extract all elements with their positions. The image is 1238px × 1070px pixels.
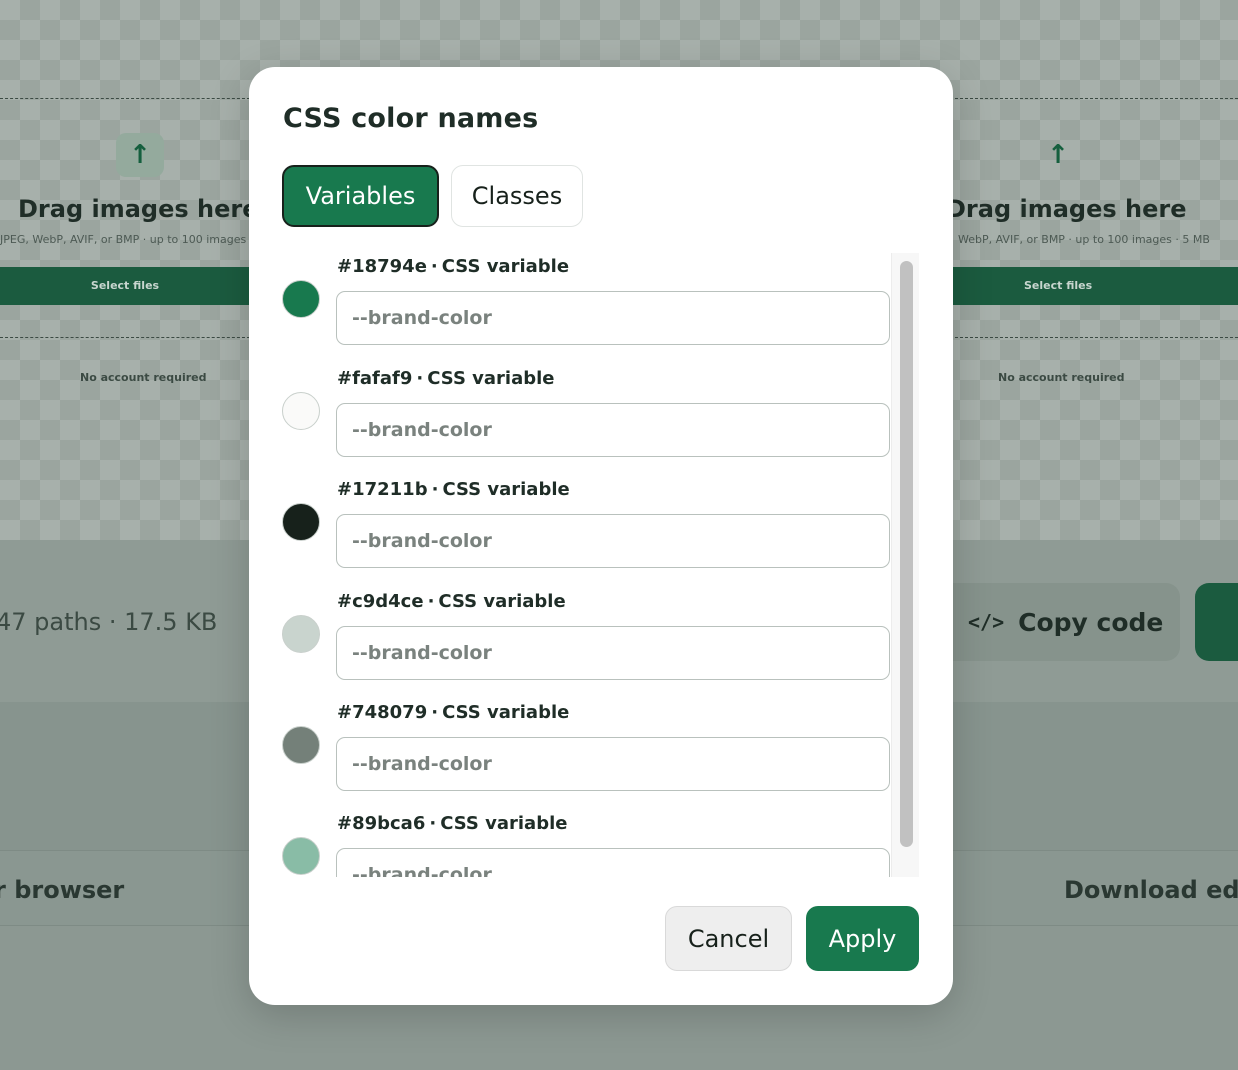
hex-code: #748079: [337, 702, 428, 723]
list-item: #18794e · CSS variable: [279, 253, 891, 363]
list-item: #748079 · CSS variable: [279, 699, 891, 809]
row-kind: CSS variable: [441, 256, 570, 277]
dropzone-subtitle: JPEG, WebP, AVIF, or BMP · up to 100 ima…: [0, 233, 247, 246]
color-swatch: [282, 615, 320, 653]
select-files-button[interactable]: Select files: [950, 267, 1238, 305]
list-scrollbar[interactable]: [891, 253, 919, 877]
code-icon: </>: [968, 610, 1005, 634]
color-swatch: [282, 726, 320, 764]
no-account-note: No account required: [998, 371, 1125, 384]
hex-code: #fafaf9: [337, 368, 413, 389]
hex-code: #89bca6: [337, 813, 426, 834]
hex-code: #17211b: [337, 479, 428, 500]
row-kind: CSS variable: [440, 813, 568, 834]
hex-code: #c9d4ce: [337, 591, 424, 612]
variable-name-input[interactable]: [336, 626, 890, 680]
download-feature-text: Download edit: [1064, 876, 1238, 904]
browser-feature-text: r browser: [0, 876, 125, 904]
color-swatch: [282, 503, 320, 541]
no-account-note: No account required: [80, 371, 207, 384]
row-kind: CSS variable: [438, 591, 566, 612]
color-swatch: [282, 392, 320, 430]
row-label: #17211b · CSS variable: [337, 479, 570, 500]
tab-classes[interactable]: Classes: [451, 165, 583, 227]
copy-code-label: Copy code: [1018, 607, 1164, 637]
upload-dropzone-left[interactable]: ↑ Drag images here JPEG, WebP, AVIF, or …: [0, 98, 259, 384]
list-item: #c9d4ce · CSS variable: [279, 588, 891, 698]
list-item: #17211b · CSS variable: [279, 476, 891, 586]
color-swatch: [282, 280, 320, 318]
arrow-up-icon: ↑: [116, 133, 164, 177]
hex-code: #18794e: [337, 256, 427, 277]
variable-name-input[interactable]: [336, 514, 890, 568]
variable-name-input[interactable]: [336, 848, 890, 877]
upload-dropzone-right[interactable]: ↑ Drag images here WebP, AVIF, or BMP · …: [946, 98, 1238, 384]
row-kind: CSS variable: [442, 702, 570, 723]
row-kind: CSS variable: [442, 479, 570, 500]
arrow-up-icon: ↑: [1047, 140, 1069, 170]
dropzone-subtitle: WebP, AVIF, or BMP · up to 100 images · …: [958, 233, 1210, 246]
row-label: #748079 · CSS variable: [337, 702, 570, 723]
list-item: #fafaf9 · CSS variable: [279, 365, 891, 475]
tab-variables[interactable]: Variables: [282, 165, 439, 227]
cancel-button[interactable]: Cancel: [665, 906, 792, 971]
variable-name-input[interactable]: [336, 403, 890, 457]
variable-name-input[interactable]: [336, 737, 890, 791]
row-label: #18794e · CSS variable: [337, 256, 570, 277]
color-swatch: [282, 837, 320, 875]
copy-code-button[interactable]: </> Copy code: [930, 583, 1180, 661]
dialog-title: CSS color names: [283, 103, 539, 134]
scrollbar-thumb[interactable]: [900, 261, 913, 847]
dropzone-title: Drag images here: [946, 195, 1187, 223]
variable-name-input[interactable]: [336, 291, 890, 345]
css-color-names-dialog: CSS color names Variables Classes #18794…: [249, 67, 953, 1005]
select-files-button[interactable]: Select files: [0, 267, 250, 305]
dropzone-title: Drag images here: [18, 195, 259, 223]
download-button[interactable]: [1195, 583, 1238, 661]
row-label: #89bca6 · CSS variable: [337, 813, 568, 834]
svg-stats: 47 paths · 17.5 KB: [0, 608, 218, 636]
row-kind: CSS variable: [427, 368, 555, 389]
color-variable-list[interactable]: #18794e·CSS variable #fafaf9·CSS variabl…: [279, 253, 921, 877]
apply-button[interactable]: Apply: [806, 906, 919, 971]
row-label: #c9d4ce · CSS variable: [337, 591, 566, 612]
row-label: #fafaf9 · CSS variable: [337, 368, 555, 389]
list-item: #89bca6 · CSS variable: [279, 810, 891, 877]
